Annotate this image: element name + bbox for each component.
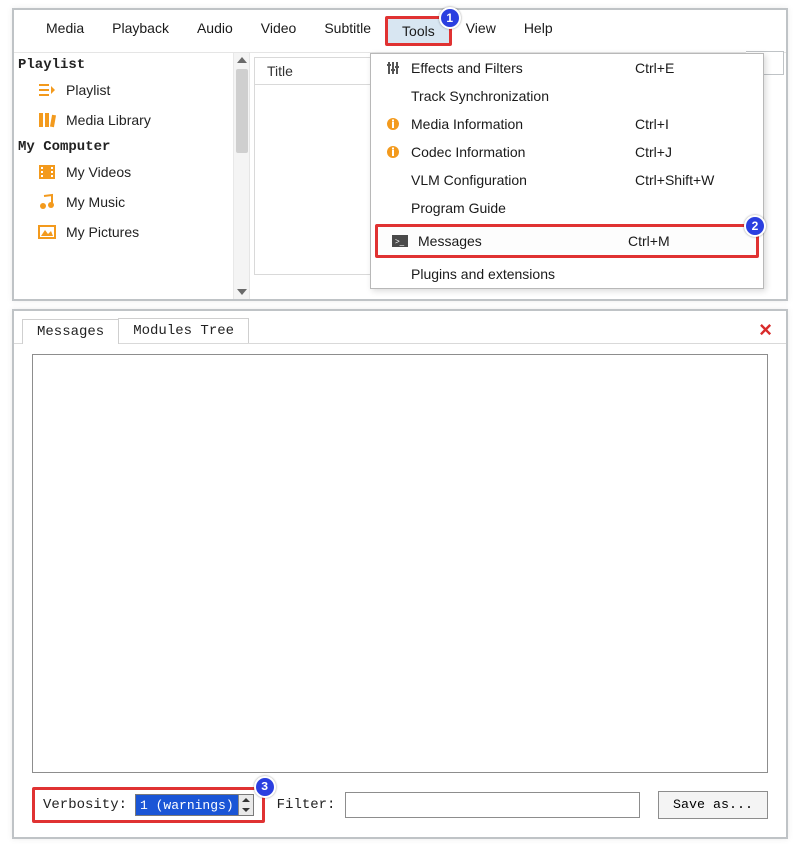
menu-tools-label: Tools [402,23,435,39]
playlist-icon [38,81,56,99]
sidebar-item-label: My Pictures [66,224,139,240]
main-window: Media Playback Audio Video Subtitle Tool… [12,8,788,301]
sidebar-item-label: My Videos [66,164,131,180]
menuitem-label: Media Information [411,116,635,132]
sidebar-item-my-pictures[interactable]: My Pictures [14,217,249,247]
blank-icon [375,171,411,189]
blank-icon [375,199,411,217]
menuitem-messages[interactable]: >_ Messages Ctrl+M 2 [375,224,759,258]
step-badge-1: 1 [439,7,461,29]
sidebar-item-my-music[interactable]: My Music [14,187,249,217]
menu-tools[interactable]: Tools 1 [385,16,452,46]
menuitem-label: Messages [418,233,628,249]
sidebar-item-playlist[interactable]: Playlist [14,75,249,105]
menuitem-track-sync[interactable]: Track Synchronization [371,82,763,110]
menuitem-effects[interactable]: Effects and Filters Ctrl+E [371,54,763,82]
step-badge-2: 2 [744,215,766,237]
step-badge-3: 3 [254,776,276,798]
sidebar-item-label: My Music [66,194,125,210]
menuitem-label: VLM Configuration [411,172,635,188]
menuitem-label: Codec Information [411,144,635,160]
menu-media[interactable]: Media [32,16,98,46]
sidebar-item-my-videos[interactable]: My Videos [14,157,249,187]
messages-bottom-bar: Verbosity: 1 (warnings) 3 Filter: Save a… [14,785,786,837]
menu-subtitle[interactable]: Subtitle [310,16,385,46]
sliders-icon [375,59,411,77]
save-as-button[interactable]: Save as... [658,791,768,819]
blank-icon [375,87,411,105]
menuitem-label: Track Synchronization [411,88,635,104]
verbosity-group: Verbosity: 1 (warnings) 3 [32,787,265,823]
content-area: Title Effects and Filters Ctrl+E Track S… [250,53,786,299]
chevron-down-icon[interactable] [242,808,250,812]
menuitem-codec-info[interactable]: Codec Information Ctrl+J [371,138,763,166]
chevron-up-icon[interactable] [242,798,250,802]
film-icon [38,163,56,181]
tab-modules-tree[interactable]: Modules Tree [118,318,249,343]
filter-input[interactable] [345,792,640,818]
menuitem-media-info[interactable]: Media Information Ctrl+I [371,110,763,138]
info-icon [375,143,411,161]
menuitem-label: Effects and Filters [411,60,635,76]
blank-icon [375,265,411,283]
playlist-column-title[interactable]: Title [254,57,374,85]
menuitem-shortcut: Ctrl+M [628,233,748,249]
library-icon [38,111,56,129]
tab-bar: Messages Modules Tree × [14,311,786,344]
playlist-body[interactable] [254,85,374,275]
menuitem-vlm[interactable]: VLM Configuration Ctrl+Shift+W [371,166,763,194]
info-icon [375,115,411,133]
menuitem-shortcut: Ctrl+E [635,60,755,76]
sidebar-item-media-library[interactable]: Media Library [14,105,249,135]
sidebar: Playlist Playlist Media Library My Compu… [14,53,250,299]
sidebar-section-playlist: Playlist [14,53,249,75]
menu-audio[interactable]: Audio [183,16,247,46]
sidebar-section-mycomputer: My Computer [14,135,249,157]
pictures-icon [38,223,56,241]
scroll-up-icon[interactable] [237,57,247,63]
scroll-down-icon[interactable] [237,289,247,295]
menuitem-label: Plugins and extensions [411,266,635,282]
messages-window: Messages Modules Tree × Verbosity: 1 (wa… [12,309,788,839]
verbosity-label: Verbosity: [43,797,127,813]
sidebar-item-label: Playlist [66,82,110,98]
close-button[interactable]: × [759,317,772,343]
menuitem-shortcut: Ctrl+J [635,144,755,160]
spinner-icon[interactable] [238,795,253,815]
menuitem-shortcut: Ctrl+Shift+W [635,172,755,188]
main-body: Playlist Playlist Media Library My Compu… [14,53,786,299]
tab-messages[interactable]: Messages [22,319,119,344]
verbosity-value: 1 (warnings) [140,798,234,813]
music-icon [38,193,56,211]
menuitem-shortcut: Ctrl+I [635,116,755,132]
svg-text:>_: >_ [395,237,405,246]
verbosity-spinbox[interactable]: 1 (warnings) [135,794,254,816]
sidebar-item-label: Media Library [66,112,151,128]
menuitem-program-guide[interactable]: Program Guide [371,194,763,222]
scroll-thumb[interactable] [236,69,248,153]
menuitem-plugins[interactable]: Plugins and extensions [371,260,763,288]
sidebar-scrollbar[interactable] [233,53,249,299]
filter-label: Filter: [277,797,336,813]
menuitem-label: Program Guide [411,200,635,216]
terminal-icon: >_ [382,232,418,250]
menu-help[interactable]: Help [510,16,567,46]
messages-log[interactable] [32,354,768,773]
tools-dropdown: Effects and Filters Ctrl+E Track Synchro… [370,53,764,289]
menu-video[interactable]: Video [247,16,311,46]
menubar: Media Playback Audio Video Subtitle Tool… [14,10,786,53]
menu-playback[interactable]: Playback [98,16,183,46]
